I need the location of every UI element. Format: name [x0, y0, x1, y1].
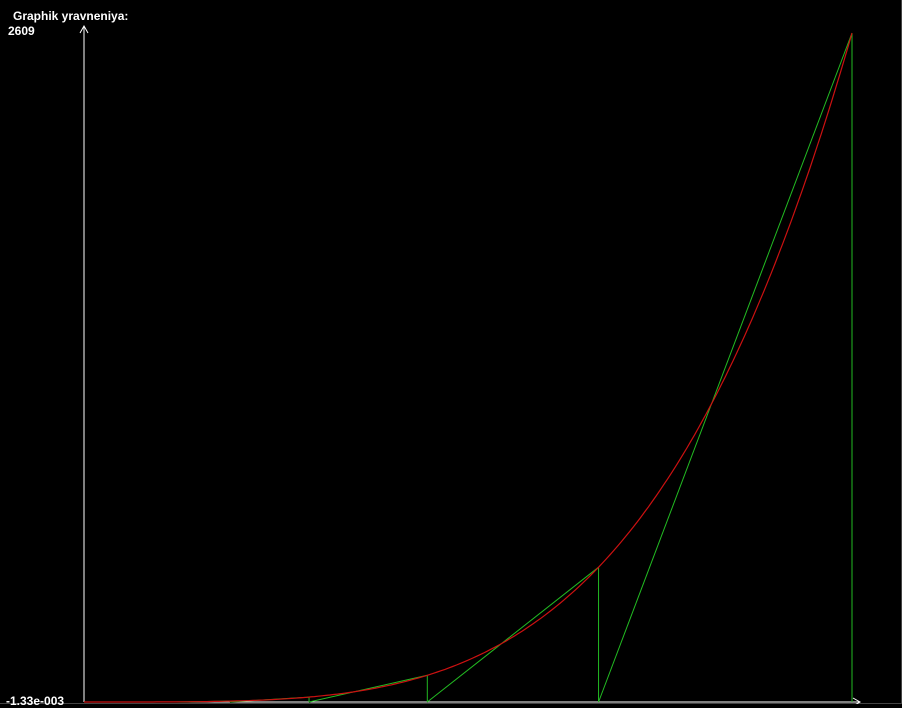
function-curve: [84, 32, 853, 703]
newton-tangent-1: [426, 566, 599, 703]
x-axis-arrow-icon: [852, 697, 862, 704]
plot-canvas: [79, 24, 862, 704]
newton-tangent-0: [598, 32, 853, 703]
plot-title: Graphik yravneniya:: [13, 9, 129, 23]
plot-window: Graphik yravneniya: 2609 -1.33e-003: [0, 0, 902, 708]
y-min-label: -1.33e-003: [6, 694, 65, 708]
newton-tangent-2: [308, 674, 428, 703]
y-max-label: 2609: [8, 24, 35, 38]
